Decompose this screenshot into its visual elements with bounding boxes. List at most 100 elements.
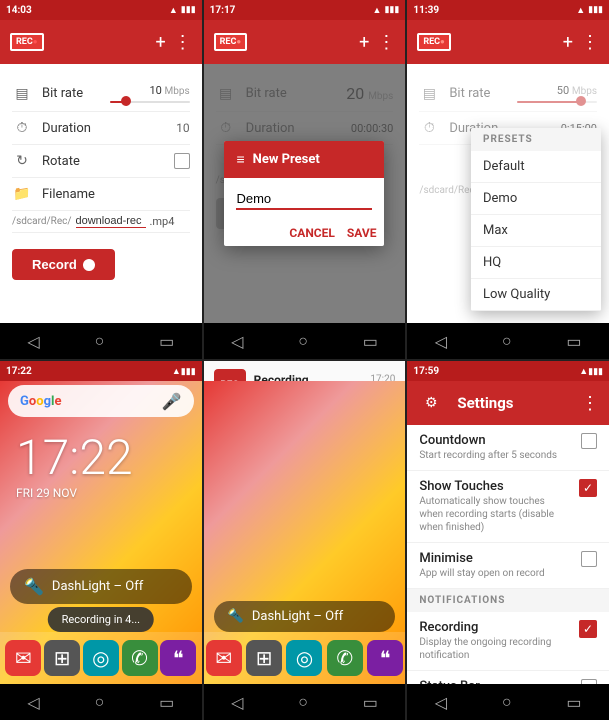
s1-duration-icon: ⏱: [12, 120, 32, 136]
s4-back-btn[interactable]: ◁: [27, 693, 39, 712]
s1-duration-row: ⏱ Duration 10: [12, 112, 190, 145]
s3-content: ▤ Bit rate 50 Mbps ⏱ Duration 0:15:00 /s…: [407, 64, 609, 323]
s1-menu-icon[interactable]: ⋮: [174, 32, 192, 53]
s6-countdown-text: Countdown Start recording after 5 second…: [419, 433, 573, 462]
s4-google-text: Google: [20, 394, 61, 409]
s6-minimise-checkbox[interactable]: [581, 551, 597, 567]
s1-bitrate-label: Bit rate: [42, 86, 100, 101]
s6-minimise-desc: App will stay open on record: [419, 567, 573, 580]
s5-dock-apps[interactable]: ⊞: [246, 640, 282, 676]
s5-dock-gmail[interactable]: ✉: [206, 640, 242, 676]
s5-recents-btn[interactable]: ▭: [363, 693, 378, 712]
s3-status-bar: 11:39 ▲▮▮▮: [407, 0, 609, 20]
s2-dialog-input[interactable]: [236, 189, 372, 210]
s3-recents-btn[interactable]: ▭: [566, 332, 581, 351]
s6-showtouches-checkbox[interactable]: ✓: [579, 479, 597, 497]
s1-bitrate-slider[interactable]: [110, 101, 190, 103]
s4-widget-label: DashLight – Off: [52, 579, 143, 594]
s4-launcher: Google 🎤 17:22 FRI 29 NOV 🔦 DashLight – …: [0, 381, 202, 684]
s4-mic-icon[interactable]: 🎤: [162, 392, 182, 411]
s6-showtouches-text: Show Touches Automatically show touches …: [419, 479, 571, 534]
s5-dock-phone[interactable]: ✆: [327, 640, 363, 676]
s2-time: 17:17: [210, 5, 236, 16]
s2-menu-icon[interactable]: ⋮: [377, 32, 395, 53]
s1-filename-ext: .mp4: [150, 215, 175, 228]
s6-minimise-item[interactable]: Minimise App will stay open on record: [407, 543, 609, 589]
screen-2: 17:17 ▲▮▮▮ REC● + ⋮ ▤ Bit rate 20 Mbps ⏱…: [204, 0, 406, 359]
s1-back-btn[interactable]: ◁: [27, 332, 39, 351]
s6-gear-icon: ⚙: [417, 389, 445, 417]
s5-nav-bar: ◁ ○ ▭: [204, 684, 406, 720]
s1-rotate-checkbox[interactable]: [174, 153, 190, 169]
s6-showtouches-item[interactable]: Show Touches Automatically show touches …: [407, 471, 609, 543]
s6-recording-notif-checkbox[interactable]: ✓: [579, 620, 597, 638]
s3-preset-hq[interactable]: HQ: [471, 247, 601, 279]
s3-nav-bar: ◁ ○ ▭: [407, 323, 609, 359]
s6-back-btn[interactable]: ◁: [435, 693, 447, 712]
s2-save-btn[interactable]: Save: [347, 226, 377, 240]
s4-date-display: FRI 29 NOV: [0, 486, 202, 500]
s3-presets-panel: PRESETS Default Demo Max HQ Low Quality: [471, 128, 601, 311]
s6-recording-notif-desc: Display the ongoing recording notificati…: [419, 636, 571, 662]
s4-home-btn[interactable]: ○: [95, 692, 105, 712]
s4-dock-phone[interactable]: ✆: [122, 640, 158, 676]
s6-status-bar: 17:59 ▲▮▮▮: [407, 361, 609, 381]
s6-menu-icon[interactable]: ⋮: [581, 393, 599, 414]
s3-preset-lowquality[interactable]: Low Quality: [471, 279, 601, 311]
s1-recents-btn[interactable]: ▭: [159, 332, 174, 351]
s6-countdown-checkbox[interactable]: [581, 433, 597, 449]
s6-countdown-title: Countdown: [419, 433, 573, 448]
s4-dock: ✉ ⊞ ◎ ✆ ❝: [0, 632, 202, 684]
s2-icons: ▲▮▮▮: [373, 5, 400, 16]
s1-nav-bar: ◁ ○ ▭: [0, 323, 202, 359]
s6-nav-bar: ◁ ○ ▭: [407, 684, 609, 720]
s1-add-icon[interactable]: +: [155, 32, 165, 53]
s3-home-btn[interactable]: ○: [502, 331, 512, 351]
s1-duration-label: Duration: [42, 121, 166, 136]
s3-preset-demo[interactable]: Demo: [471, 183, 601, 215]
s4-dock-gmail[interactable]: ✉: [5, 640, 41, 676]
s1-time: 14:03: [6, 5, 32, 16]
s6-showtouches-title: Show Touches: [419, 479, 571, 494]
s6-statusbar-item[interactable]: Status Bar Hide the ongoing notification…: [407, 671, 609, 684]
s4-dock-apps[interactable]: ⊞: [44, 640, 80, 676]
s3-back-btn[interactable]: ◁: [435, 332, 447, 351]
s6-recording-notif-item[interactable]: Recording Display the ongoing recording …: [407, 612, 609, 671]
s5-back-btn[interactable]: ◁: [231, 693, 243, 712]
s2-recents-btn[interactable]: ▭: [363, 332, 378, 351]
s2-home-btn[interactable]: ○: [298, 331, 308, 351]
s6-recents-btn[interactable]: ▭: [566, 693, 581, 712]
s5-dock-camera[interactable]: ◎: [286, 640, 322, 676]
s4-recents-btn[interactable]: ▭: [159, 693, 174, 712]
s4-time-display: 17:22: [0, 409, 202, 486]
s2-back-btn[interactable]: ◁: [231, 332, 243, 351]
s4-dock-camera[interactable]: ◎: [83, 640, 119, 676]
s6-time: 17:59: [413, 366, 439, 377]
s1-home-btn[interactable]: ○: [95, 331, 105, 351]
s4-dock-hangouts[interactable]: ❝: [160, 640, 196, 676]
s2-add-icon[interactable]: +: [359, 32, 369, 53]
s2-cancel-btn[interactable]: Cancel: [289, 226, 334, 240]
s1-duration-value: 10: [176, 121, 190, 135]
s3-preset-default[interactable]: Default: [471, 151, 601, 183]
s3-add-icon[interactable]: +: [563, 32, 573, 53]
s1-rotate-icon: ↻: [12, 153, 32, 169]
s4-time: 17:22: [6, 366, 32, 377]
s1-filename-input[interactable]: [76, 215, 146, 228]
s4-icons: ▲▮▮▮: [172, 366, 196, 377]
s3-preset-max[interactable]: Max: [471, 215, 601, 247]
s6-countdown-item[interactable]: Countdown Start recording after 5 second…: [407, 425, 609, 471]
screen-4: 17:22 ▲▮▮▮ Google 🎤 17:22 FRI 29 NOV 🔦 D…: [0, 361, 202, 720]
s4-google-bar[interactable]: Google 🎤: [8, 385, 194, 417]
s2-logo: REC●: [214, 33, 248, 51]
s3-menu-icon[interactable]: ⋮: [581, 32, 599, 53]
s5-home-btn[interactable]: ○: [298, 692, 308, 712]
s4-widget-icon: 🔦: [24, 577, 44, 596]
s6-home-btn[interactable]: ○: [502, 692, 512, 712]
s1-status-icons: ▲▮▮▮: [169, 5, 196, 16]
s5-widget-label: DashLight – Off: [252, 609, 343, 624]
s5-dock-hangouts[interactable]: ❝: [367, 640, 403, 676]
s1-rec-dot: [83, 259, 95, 271]
s1-record-button[interactable]: Record: [12, 249, 115, 280]
s6-toolbar: ⚙ Settings ⋮: [407, 381, 609, 425]
